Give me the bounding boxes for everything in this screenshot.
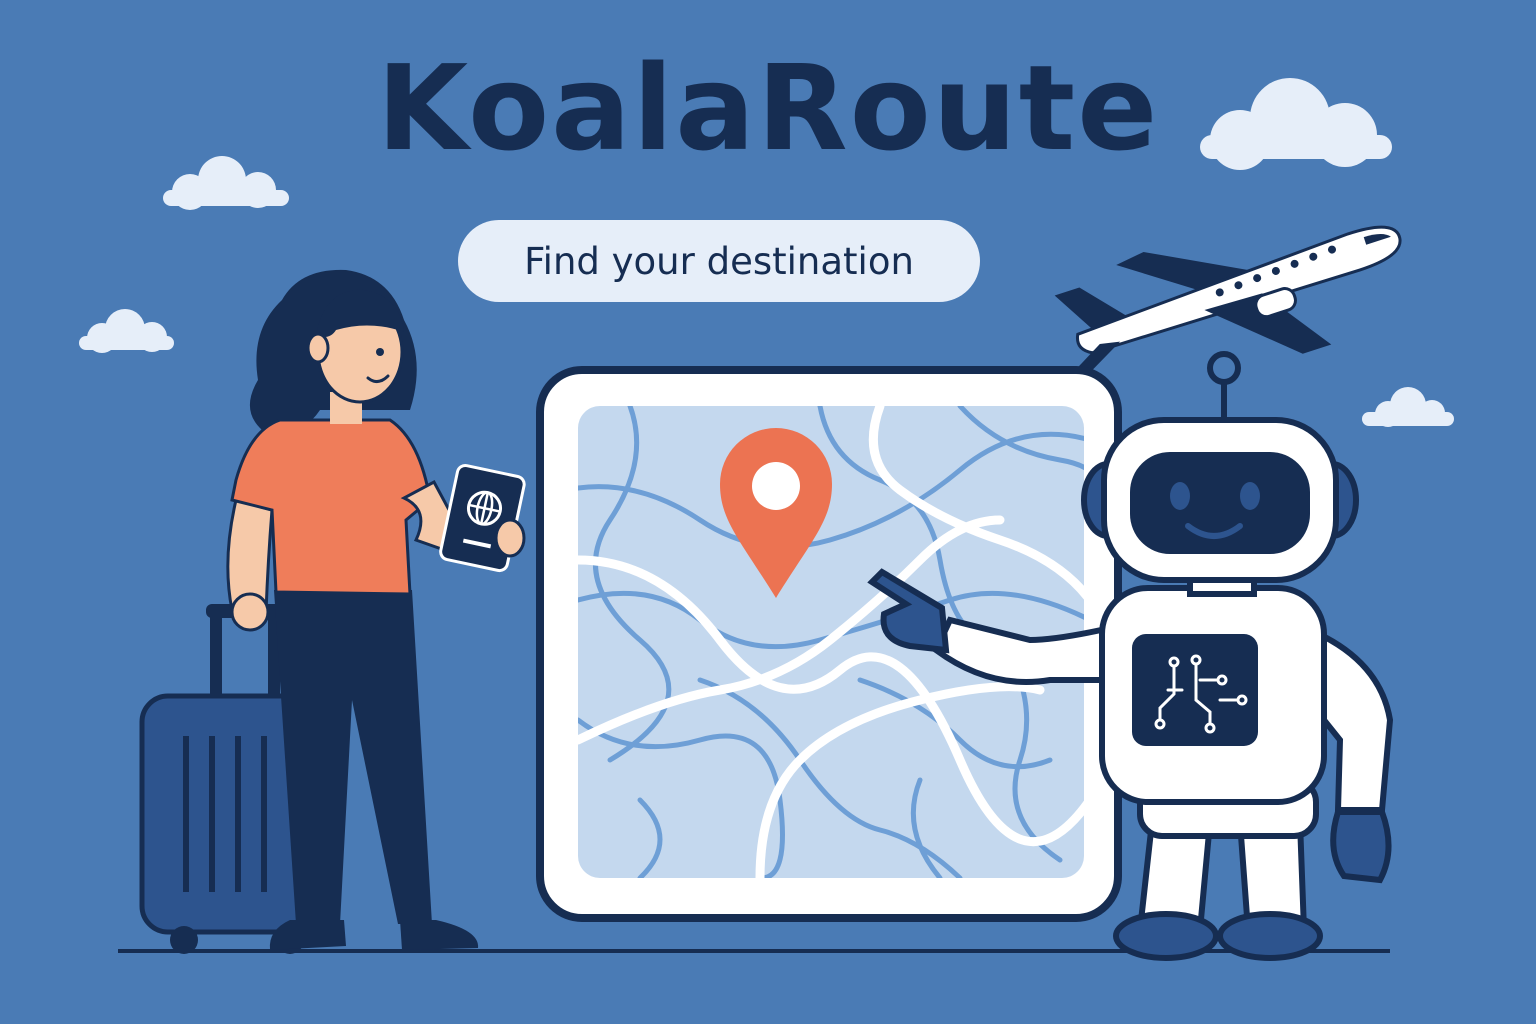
hero-illustration: KoalaRoute Find your destination (0, 0, 1536, 1024)
find-destination-button[interactable]: Find your destination (458, 220, 980, 302)
brand-title: KoalaRoute (376, 39, 1160, 177)
